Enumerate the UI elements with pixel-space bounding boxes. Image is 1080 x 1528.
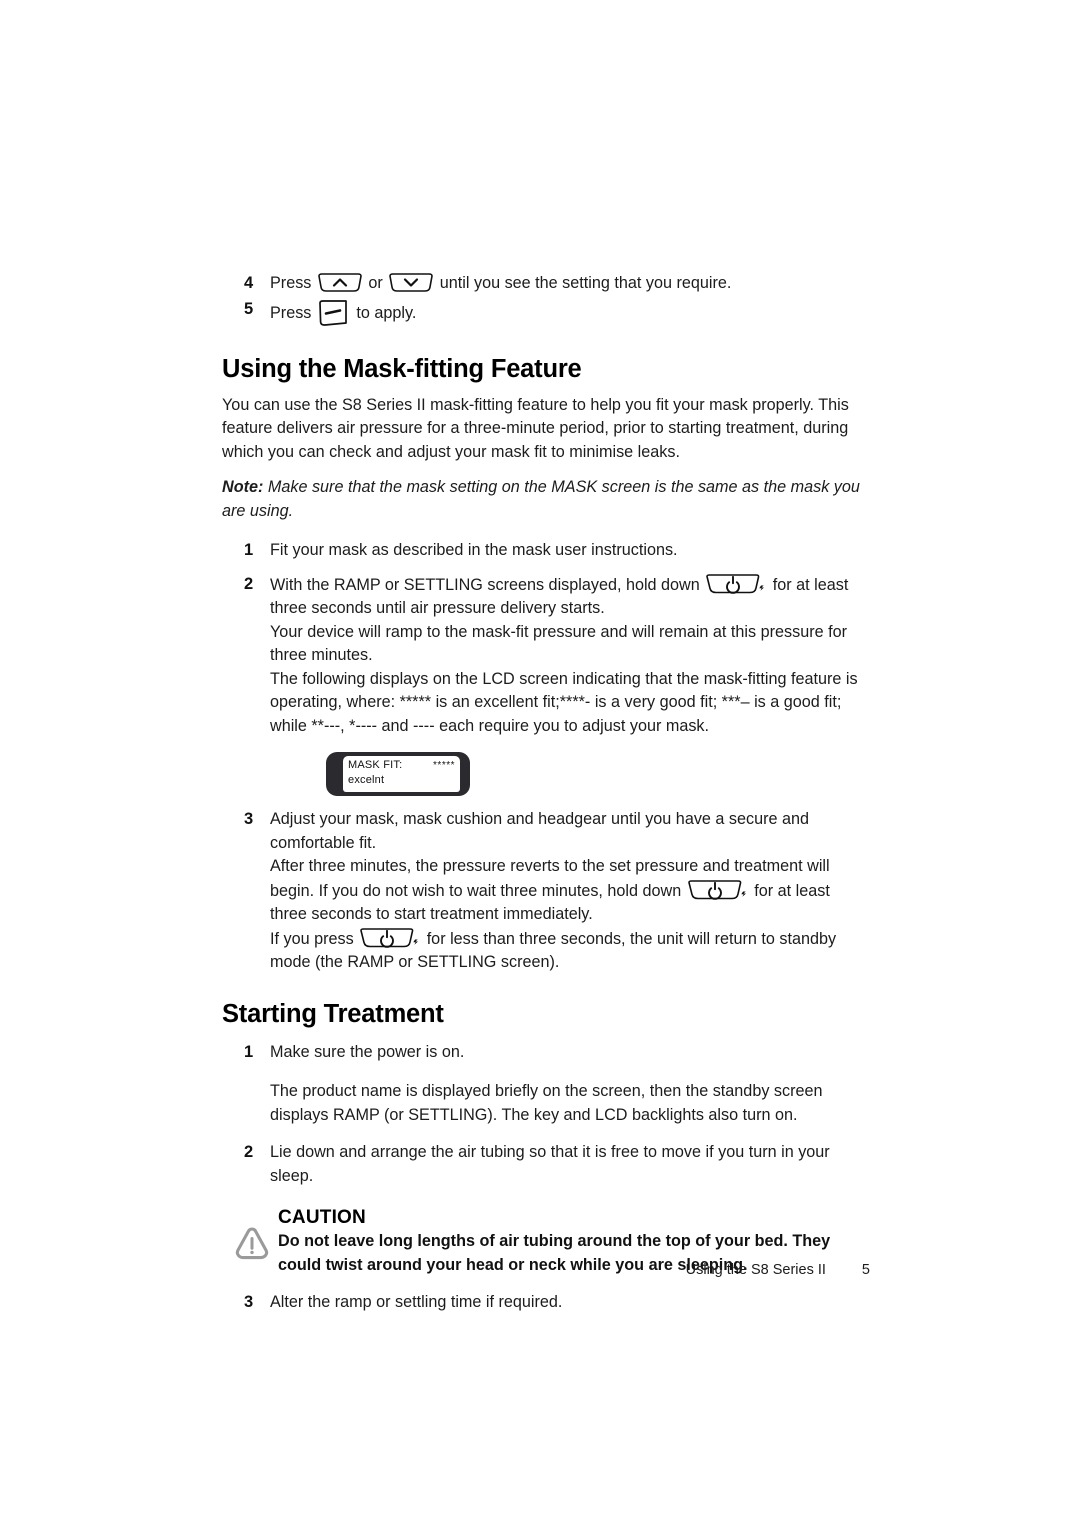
st-step2-line1: Lie down and arrange the air tubing so t… xyxy=(270,1143,830,1185)
lcd-value: excelnt xyxy=(348,774,385,786)
step-row: 2 With the RAMP or SETTLING screens disp… xyxy=(222,573,862,807)
mask-fitting-intro: You can use the S8 Series II mask-fittin… xyxy=(222,395,849,461)
step-text: Adjust your mask, mask cushion and headg… xyxy=(270,808,862,975)
power-key-icon[interactable] xyxy=(704,573,768,595)
step-number: 1 xyxy=(244,1042,254,1061)
page-footer: Using the S8 Series II 5 xyxy=(222,1262,870,1278)
lcd-screen: MASK FIT: ***** excelnt xyxy=(343,756,460,792)
lcd-star-rating: ***** xyxy=(433,760,455,771)
mf-step3-line3a: If you press xyxy=(270,929,354,948)
document-page: 4 Press or until you see the setting tha… xyxy=(0,0,1080,1528)
step-text: Press or until you see the setting that … xyxy=(270,272,862,296)
section-heading-mask-fitting: Using the Mask-fitting Feature xyxy=(222,354,582,383)
apply-key-icon[interactable] xyxy=(316,298,352,328)
step-text: Press to apply. xyxy=(270,298,862,328)
step-number: 1 xyxy=(244,541,254,559)
mf-step2-line2: Your device will ramp to the mask-fit pr… xyxy=(270,622,847,665)
step-row: 3 Alter the ramp or settling time if req… xyxy=(222,1291,862,1315)
step4-text-mid: or xyxy=(368,274,383,292)
mf-step2-line3: The following displays on the LCD screen… xyxy=(270,669,858,735)
caution-title: CAUTION xyxy=(278,1207,366,1228)
step-row: 5 Press to apply. xyxy=(222,298,862,328)
step-number: 2 xyxy=(244,1143,254,1161)
mf-step2-line1a: With the RAMP or SETTLING screens displa… xyxy=(270,575,700,594)
up-arrow-key-icon[interactable] xyxy=(316,272,364,293)
step-number: 2 xyxy=(244,574,254,593)
step-number: 3 xyxy=(244,1293,254,1311)
mask-fitting-steps: 1 Fit your mask as described in the mask… xyxy=(222,539,862,975)
lcd-illustration: MASK FIT: ***** excelnt xyxy=(326,752,862,796)
page-content: 4 Press or until you see the setting tha… xyxy=(222,272,862,1317)
step-number: 4 xyxy=(244,274,254,292)
footer-chapter-label: Using the S8 Series II xyxy=(685,1262,826,1278)
lcd-row-label: MASK FIT: ***** xyxy=(348,758,455,773)
step-text: Alter the ramp or settling time if requi… xyxy=(270,1291,862,1315)
lcd-bezel: MASK FIT: ***** excelnt xyxy=(326,752,470,796)
step4-text-before: Press xyxy=(270,274,312,292)
step-row: 2 Lie down and arrange the air tubing so… xyxy=(222,1141,862,1188)
st-step3-line1: Alter the ramp or settling time if requi… xyxy=(270,1293,563,1311)
step-row: 1 Fit your mask as described in the mask… xyxy=(222,539,862,563)
note-text: Make sure that the mask setting on the M… xyxy=(222,478,860,520)
section-heading-starting-treatment: Starting Treatment xyxy=(222,999,444,1028)
mf-step1-line1: Fit your mask as described in the mask u… xyxy=(270,541,678,559)
step4-text-after: until you see the setting that you requi… xyxy=(439,274,732,292)
st-step1-line2: The product name is displayed briefly on… xyxy=(270,1082,823,1124)
mf-step3-line3b: for less than three seconds, the unit wi… xyxy=(270,929,837,972)
warning-triangle-icon xyxy=(232,1225,272,1263)
step-text: Fit your mask as described in the mask u… xyxy=(270,539,862,563)
step-row: 3 Adjust your mask, mask cushion and hea… xyxy=(222,808,862,975)
mf-step3-line1: Adjust your mask, mask cushion and headg… xyxy=(270,810,810,852)
step-row: 4 Press or until you see the setting tha… xyxy=(222,272,862,296)
note-label: Note: xyxy=(222,478,264,496)
mask-fitting-note: Note: Make sure that the mask setting on… xyxy=(222,476,862,523)
step-text: Lie down and arrange the air tubing so t… xyxy=(270,1141,862,1188)
step-number: 5 xyxy=(244,299,254,318)
step5-text-before: Press xyxy=(270,303,312,322)
st-step1-line1: Make sure the power is on. xyxy=(270,1042,465,1061)
power-key-icon[interactable] xyxy=(686,879,750,901)
step-text: With the RAMP or SETTLING screens displa… xyxy=(270,573,862,807)
step-number: 3 xyxy=(244,810,254,828)
power-key-icon[interactable] xyxy=(358,927,422,949)
step5-text-after: to apply. xyxy=(356,303,417,322)
lcd-label: MASK FIT: xyxy=(348,759,403,771)
step-text: Make sure the power is on. The product n… xyxy=(270,1041,862,1128)
step-row: 1 Make sure the power is on. The product… xyxy=(222,1041,862,1128)
footer-page-number: 5 xyxy=(861,1262,870,1278)
down-arrow-key-icon[interactable] xyxy=(387,272,435,293)
